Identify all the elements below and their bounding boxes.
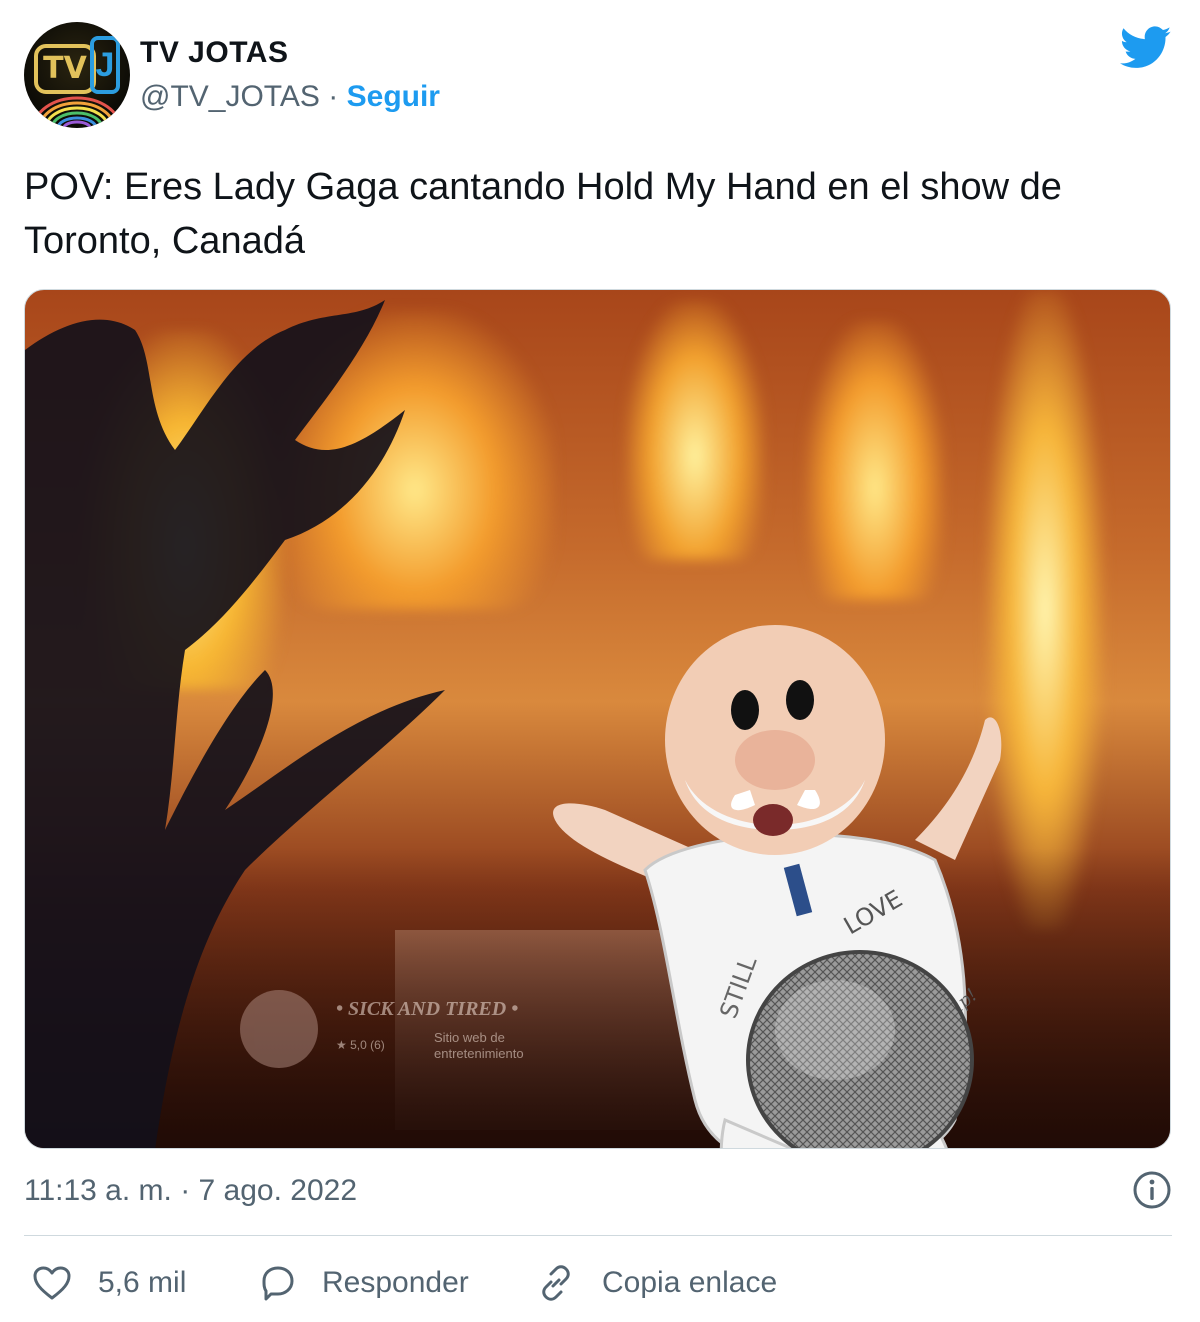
speech-bubble-icon — [262, 1266, 294, 1301]
tweet-media-image[interactable]: STILL LOVE Ü Paws up! • SICK AND TIRED •… — [24, 289, 1171, 1149]
like-button[interactable]: 5,6 mil — [32, 1256, 186, 1310]
handle-separator: · — [328, 80, 339, 113]
tweet-header: TV J TV JOTAS @TV_JOTAS · Seguir — [24, 22, 1176, 134]
heart-icon — [33, 1266, 71, 1300]
copy-link-button[interactable]: Copia enlace — [536, 1256, 777, 1310]
watermark-avatar — [240, 990, 318, 1068]
reply-button[interactable]: Responder — [258, 1256, 469, 1310]
copy-link-label: Copia enlace — [602, 1266, 778, 1299]
divider — [24, 1235, 1172, 1236]
watermark-subtitle: Sitio web de entretenimiento — [434, 1030, 524, 1061]
handle[interactable]: @TV_JOTAS — [140, 80, 320, 113]
tweet-actions: 5,6 mil Responder Copia enlace — [24, 1256, 1174, 1310]
avatar-logo-j: J — [90, 36, 120, 94]
watermark-rating: ★ 5,0 (6) — [336, 1038, 385, 1052]
link-icon — [542, 1265, 570, 1301]
info-icon[interactable] — [1132, 1170, 1172, 1210]
handle-row: @TV_JOTAS · Seguir — [140, 80, 440, 114]
avatar-rainbow-decoration — [32, 96, 122, 128]
twitter-bird-icon[interactable] — [1120, 26, 1172, 70]
tweet-text: POV: Eres Lady Gaga cantando Hold My Han… — [24, 166, 1062, 262]
timestamp-link[interactable]: 11:13 a. m. · 7 ago. 2022 — [24, 1174, 357, 1208]
watermark: • SICK AND TIRED • ★ 5,0 (6) Sitio web d… — [240, 990, 600, 1080]
like-count: 5,6 mil — [98, 1266, 187, 1299]
tweet-meta: 11:13 a. m. · 7 ago. 2022 — [24, 1170, 1174, 1214]
avatar[interactable]: TV J — [24, 22, 130, 128]
stage-fire — [625, 300, 765, 560]
watermark-title: • SICK AND TIRED • — [336, 998, 519, 1020]
microphone-image — [746, 950, 974, 1148]
display-name[interactable]: TV JOTAS — [140, 36, 288, 70]
avatar-logo-tv: TV — [34, 44, 96, 94]
stage-fire — [805, 320, 945, 600]
reply-label: Responder — [322, 1266, 469, 1299]
follow-button[interactable]: Seguir — [347, 80, 440, 113]
